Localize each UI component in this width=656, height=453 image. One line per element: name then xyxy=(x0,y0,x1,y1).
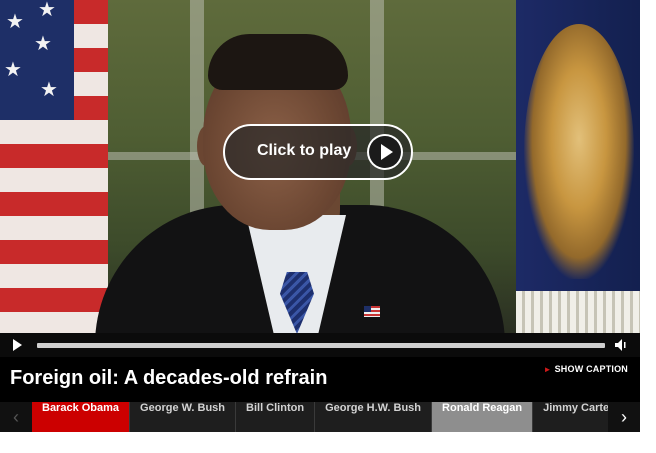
caption-bar: Foreign oil: A decades-old refrain ► SHOW… xyxy=(0,357,640,402)
star-icon: ★ xyxy=(4,59,22,81)
eagle-seal xyxy=(524,24,634,279)
play-overlay-label: Click to play xyxy=(257,142,352,159)
show-caption-label: SHOW CAPTION xyxy=(554,364,628,374)
nav-item-george-w-bush[interactable]: George W. Bush xyxy=(130,402,237,432)
flag-pin xyxy=(364,306,380,317)
speaker-hair xyxy=(208,34,348,90)
nav-items: Barack Obama George W. Bush Bill Clinton… xyxy=(32,402,625,432)
click-to-play-button[interactable]: Click to play xyxy=(223,124,413,180)
star-icon: ★ xyxy=(38,0,56,21)
chevron-right-icon[interactable]: › xyxy=(608,402,640,432)
video-player: ★ ★ ★ ★ ★ Click to play Foreign oil: A d… xyxy=(0,0,640,432)
nav-item-bill-clinton[interactable]: Bill Clinton xyxy=(236,402,316,432)
american-flag: ★ ★ ★ ★ ★ xyxy=(0,0,108,333)
flag-fringe xyxy=(516,291,640,333)
progress-bar[interactable] xyxy=(37,343,605,348)
president-nav: ‹ Barack Obama George W. Bush Bill Clint… xyxy=(0,402,640,432)
play-icon[interactable] xyxy=(10,338,24,352)
video-frame[interactable]: ★ ★ ★ ★ ★ Click to play xyxy=(0,0,640,333)
flag-canton: ★ ★ ★ ★ ★ xyxy=(0,0,74,120)
show-caption-button[interactable]: ► SHOW CAPTION xyxy=(543,364,628,374)
video-title: Foreign oil: A decades-old refrain xyxy=(10,367,328,389)
star-icon: ★ xyxy=(40,79,58,101)
triangle-right-icon: ► xyxy=(543,365,552,374)
video-controls xyxy=(0,333,640,357)
nav-item-george-hw-bush[interactable]: George H.W. Bush xyxy=(315,402,433,432)
play-icon xyxy=(367,134,403,170)
star-icon: ★ xyxy=(34,33,52,55)
nav-item-ronald-reagan[interactable]: Ronald Reagan xyxy=(432,402,534,432)
nav-item-barack-obama[interactable]: Barack Obama xyxy=(32,402,131,432)
volume-icon[interactable] xyxy=(614,338,630,352)
star-icon: ★ xyxy=(6,11,24,33)
presidential-flag xyxy=(516,0,640,333)
chevron-left-icon[interactable]: ‹ xyxy=(0,402,32,432)
